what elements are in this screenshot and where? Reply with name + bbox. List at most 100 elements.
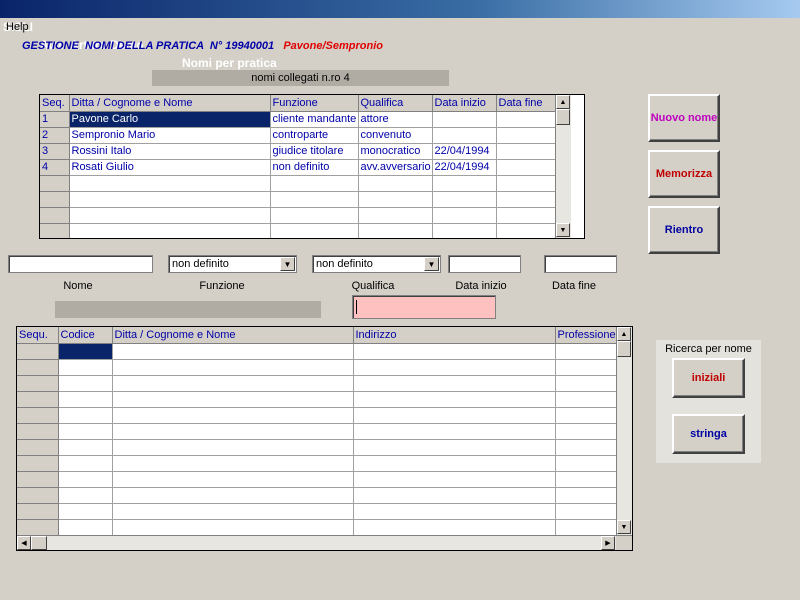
table-row-empty[interactable]	[17, 487, 618, 504]
table-row[interactable]: 1 Pavone Carlo cliente mandante attore	[40, 111, 557, 128]
search-title: Ricerca per nome	[665, 343, 752, 355]
data-fine-input[interactable]	[544, 255, 617, 273]
table-row[interactable]: 2 Sempronio Mario controparte convenuto	[40, 127, 557, 144]
scroll-down-icon[interactable]: ▼	[617, 520, 631, 534]
col-professione[interactable]: Professione	[555, 327, 618, 344]
col-ditta[interactable]: Ditta / Cognome e Nome	[112, 327, 354, 344]
row-funzione[interactable]: non definito	[270, 159, 359, 176]
initials-label: iniziali	[691, 372, 726, 384]
table-row-empty[interactable]	[17, 407, 618, 424]
table-row-empty[interactable]	[17, 375, 618, 392]
table-row[interactable]: 4 Rosati Giulio non definito avv.avversa…	[40, 159, 557, 176]
row-qualifica[interactable]: monocratico	[358, 143, 433, 160]
status-bar	[55, 301, 321, 318]
row-name[interactable]: Sempronio Mario	[69, 127, 271, 144]
row-qualifica[interactable]: convenuto	[358, 127, 433, 144]
row-data-inizio[interactable]	[432, 127, 497, 144]
row-name[interactable]: Pavone Carlo	[69, 111, 271, 128]
initials-button[interactable]: iniziali	[672, 358, 745, 398]
scroll-up-icon[interactable]: ▲	[556, 95, 570, 109]
funzione-label: Funzione	[199, 280, 245, 292]
row-funzione[interactable]: controparte	[270, 127, 359, 144]
save-button[interactable]: Memorizza	[648, 150, 720, 198]
data-inizio-input[interactable]	[448, 255, 521, 273]
table-row-empty[interactable]	[17, 343, 618, 360]
new-name-button[interactable]: Nuovo nome	[648, 94, 720, 142]
name-input[interactable]	[8, 255, 153, 273]
bottom-grid-vscrollbar[interactable]: ▲ ▼	[616, 327, 632, 535]
table-row-empty[interactable]	[40, 223, 557, 238]
bottom-grid-header: Sequ. Codice Ditta / Cognome e Nome Indi…	[17, 327, 618, 344]
search-panel: Ricerca per nome iniziali stringa	[656, 340, 761, 463]
row-data-inizio[interactable]: 22/04/1994	[432, 159, 497, 176]
scroll-corner	[616, 536, 632, 550]
text-cursor	[356, 300, 357, 314]
chevron-down-icon[interactable]: ▼	[280, 257, 295, 271]
table-row-empty[interactable]	[40, 191, 557, 208]
scroll-right-icon[interactable]: ▶	[601, 536, 615, 550]
row-qualifica[interactable]: avv.avversario	[358, 159, 433, 176]
scroll-up-icon[interactable]: ▲	[617, 327, 631, 341]
scroll-thumb[interactable]	[617, 341, 631, 357]
table-row[interactable]: 3 Rossini Italo giudice titolare monocra…	[40, 143, 557, 160]
row-data-fine[interactable]	[496, 159, 557, 176]
row-data-fine[interactable]	[496, 111, 557, 128]
table-row-empty[interactable]	[17, 455, 618, 472]
row-seq: 1	[40, 111, 70, 128]
save-label: Memorizza	[655, 168, 713, 180]
table-row-empty[interactable]	[40, 207, 557, 224]
row-data-inizio[interactable]	[432, 111, 497, 128]
row-funzione[interactable]: giudice titolare	[270, 143, 359, 160]
data-inizio-label: Data inizio	[455, 280, 507, 292]
table-row-empty[interactable]	[17, 503, 618, 520]
table-row-empty[interactable]	[40, 175, 557, 192]
names-lookup-grid[interactable]: Sequ. Codice Ditta / Cognome e Nome Indi…	[16, 326, 633, 551]
col-indirizzo[interactable]: Indirizzo	[353, 327, 556, 344]
col-data-inizio[interactable]: Data inizio	[432, 95, 497, 112]
scroll-thumb[interactable]	[556, 109, 570, 125]
scroll-down-icon[interactable]: ▼	[556, 223, 570, 237]
row-funzione[interactable]: cliente mandante	[270, 111, 359, 128]
row-data-fine[interactable]	[496, 127, 557, 144]
qualifica-value: non definito	[316, 258, 373, 270]
funzione-value: non definito	[172, 258, 229, 270]
chevron-down-icon[interactable]: ▼	[424, 257, 439, 271]
scroll-left-icon[interactable]: ◀	[17, 536, 31, 550]
row-data-fine[interactable]	[496, 143, 557, 160]
col-name[interactable]: Ditta / Cognome e Nome	[69, 95, 271, 112]
linked-names-grid[interactable]: Seq. Ditta / Cognome e Nome Funzione Qua…	[39, 94, 585, 239]
bottom-grid-hscrollbar[interactable]: ◀ ▶	[17, 535, 632, 550]
row-qualifica[interactable]: attore	[358, 111, 433, 128]
new-name-label: Nuovo nome	[650, 112, 718, 124]
col-seq[interactable]: Seq.	[40, 95, 70, 112]
table-row-empty[interactable]	[17, 471, 618, 488]
table-row-empty[interactable]	[17, 359, 618, 376]
top-grid-vscrollbar[interactable]: ▲ ▼	[555, 95, 571, 238]
funzione-select[interactable]: non definito ▼	[168, 255, 297, 273]
table-row-empty[interactable]	[17, 439, 618, 456]
qualifica-label: Qualifica	[351, 280, 395, 292]
col-sequ[interactable]: Sequ.	[17, 327, 59, 344]
col-funzione[interactable]: Funzione	[270, 95, 359, 112]
back-button[interactable]: Rientro	[648, 206, 720, 254]
qualifica-select[interactable]: non definito ▼	[312, 255, 441, 273]
linked-count: nomi collegati n.ro 4	[152, 70, 449, 86]
row-data-inizio[interactable]: 22/04/1994	[432, 143, 497, 160]
search-text-input[interactable]	[352, 295, 496, 319]
menu-bar: Help	[0, 18, 800, 38]
table-row-empty[interactable]	[17, 391, 618, 408]
table-row-empty[interactable]	[17, 423, 618, 440]
title-bar: SISLI Avv. Arturo Demo Nomi per pratica	[0, 0, 800, 70]
string-button[interactable]: stringa	[672, 414, 745, 454]
menu-help[interactable]: Help	[6, 21, 29, 33]
table-row-empty[interactable]	[17, 519, 618, 536]
page-header: GESTIONE NOMI DELLA PRATICA N° 19940001 …	[22, 40, 383, 52]
col-qualifica[interactable]: Qualifica	[358, 95, 433, 112]
col-data-fine[interactable]: Data fine	[496, 95, 557, 112]
data-fine-label: Data fine	[551, 280, 597, 292]
col-codice[interactable]: Codice	[58, 327, 113, 344]
row-name[interactable]: Rosati Giulio	[69, 159, 271, 176]
row-name[interactable]: Rossini Italo	[69, 143, 271, 160]
hscroll-thumb[interactable]	[31, 536, 47, 550]
string-label: stringa	[690, 428, 727, 440]
